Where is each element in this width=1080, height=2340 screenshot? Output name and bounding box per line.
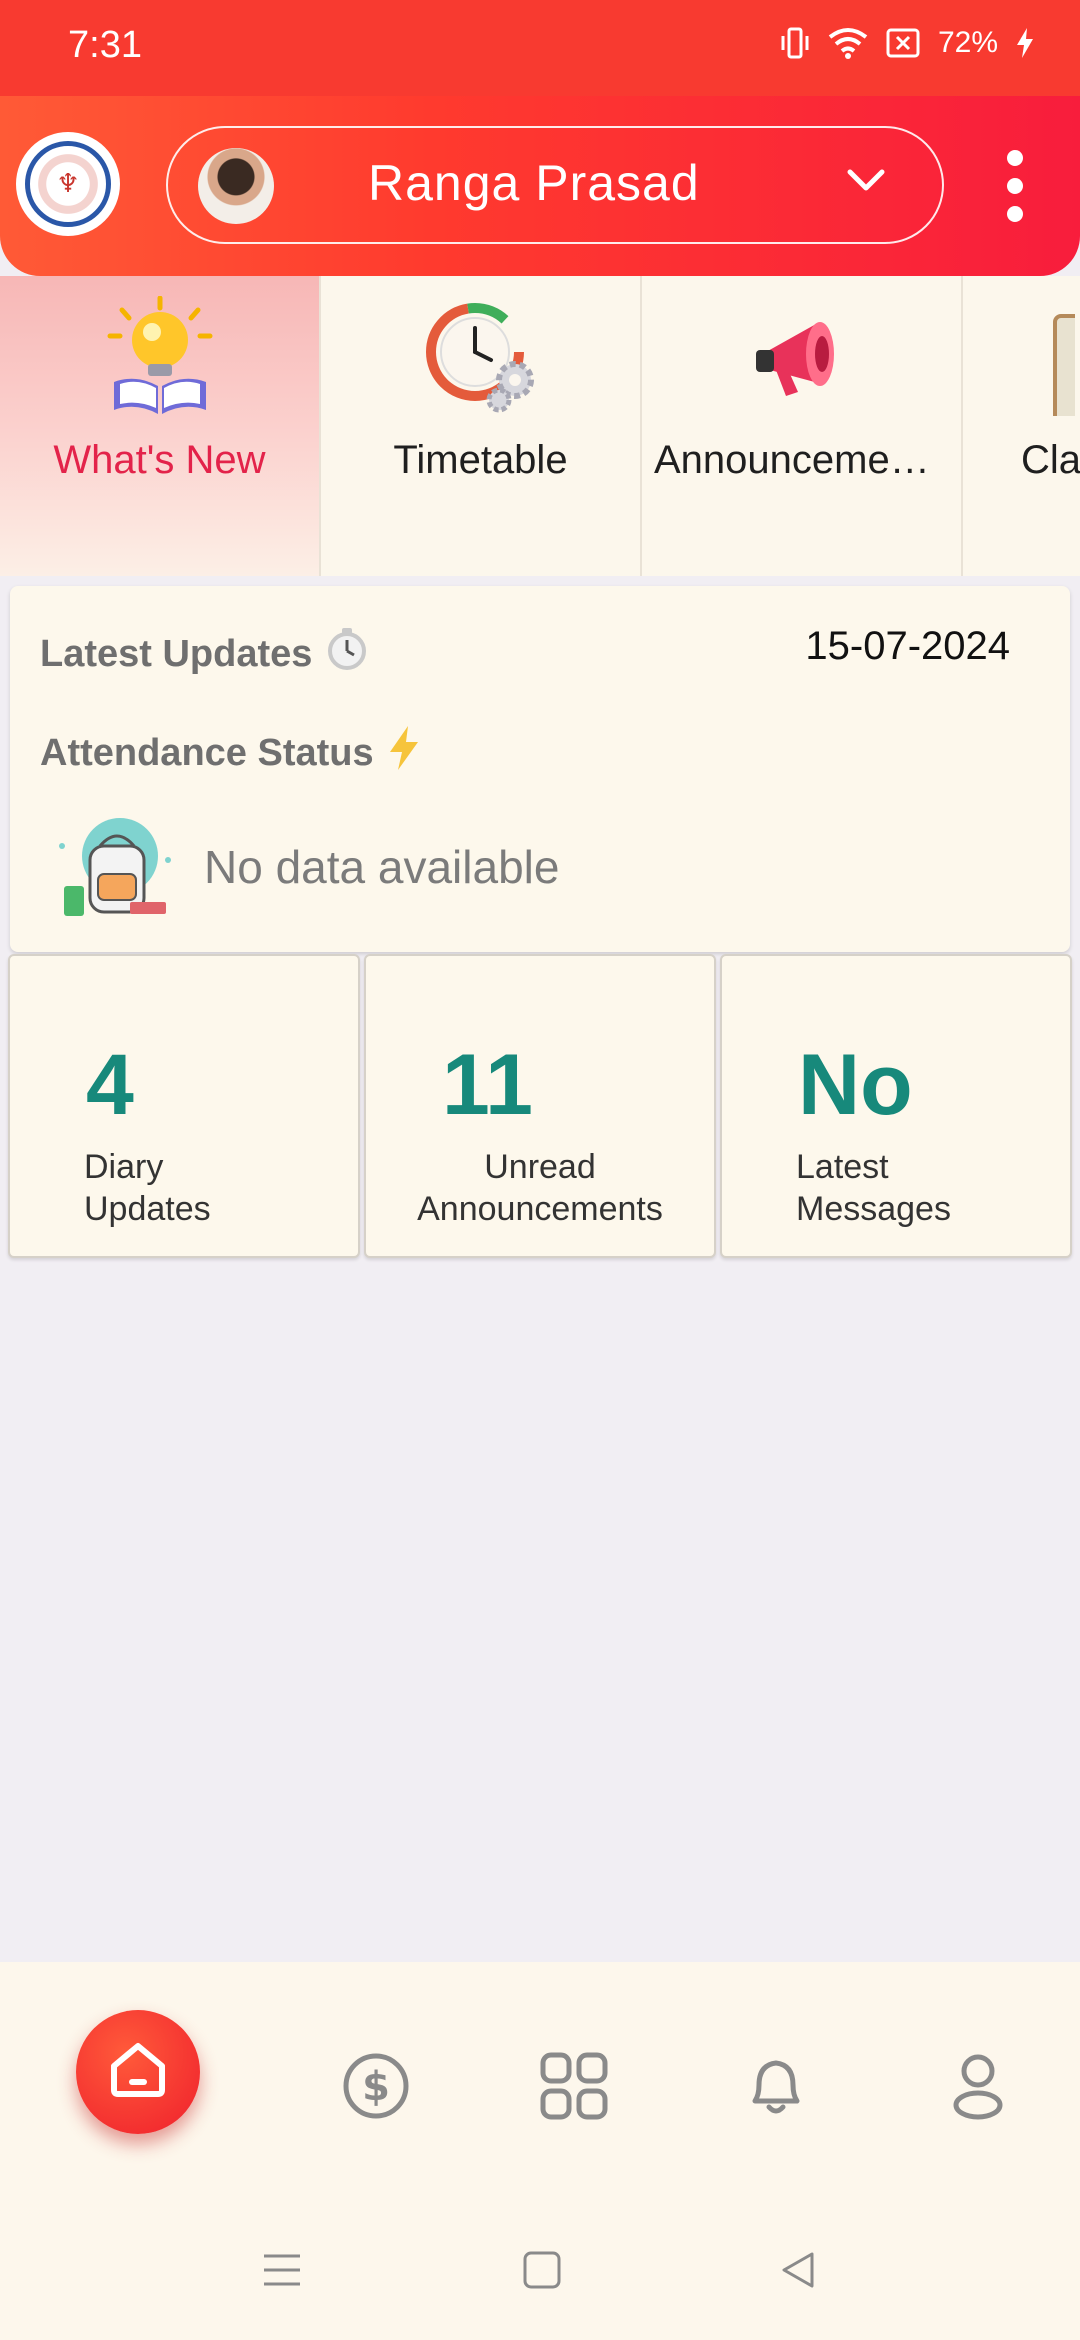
unread-announcements-card[interactable]: 11 Unread Announcements (364, 954, 716, 1258)
more-vert-icon[interactable] (1000, 150, 1030, 230)
bell-icon (741, 2051, 811, 2126)
grid-icon (539, 2051, 609, 2126)
school-logo-emblem: ♆ (25, 141, 111, 227)
stat-value: No (798, 1037, 913, 1133)
latest-messages-card[interactable]: No Latest Messages (720, 954, 1072, 1258)
diary-updates-card[interactable]: 4 Diary Updates (8, 954, 360, 1258)
tab-timetable[interactable]: Timetable (321, 276, 642, 576)
latest-updates-heading: Latest Updates (40, 626, 370, 682)
wifi-icon (828, 27, 868, 59)
latest-updates-label: Latest Updates (40, 632, 313, 675)
charging-icon (1016, 28, 1034, 58)
status-bar: 7:31 72% (0, 0, 1080, 96)
stat-value: 11 (442, 1037, 533, 1133)
empty-state-text: No data available (204, 841, 560, 893)
attendance-status-label: Attendance Status (40, 731, 374, 774)
home-icon (106, 2040, 170, 2105)
stats-row: 4 Diary Updates 11 Unread Announcements … (8, 954, 1072, 1258)
megaphone-icon (742, 296, 862, 416)
tab-label: Cla (1021, 438, 1080, 482)
no-sim-icon (886, 28, 920, 58)
nav-fees-button[interactable]: $ (338, 2050, 414, 2126)
tab-announcements[interactable]: Announcemen… (642, 276, 963, 576)
tab-whats-new[interactable]: What's New (0, 276, 321, 576)
status-time: 7:31 (68, 24, 142, 66)
dollar-icon: $ (341, 2051, 411, 2126)
avatar (198, 148, 274, 224)
home-square-icon[interactable] (522, 2250, 562, 2295)
status-icons: 72% (780, 26, 1034, 60)
battery-text: 72% (937, 26, 998, 59)
latest-updates-card: Latest Updates 15-07-2024 Attendance Sta… (10, 586, 1070, 952)
nav-home-button[interactable] (76, 2010, 200, 2134)
vibrate-icon (780, 26, 810, 60)
menu-icon[interactable] (262, 2250, 302, 2295)
tab-label: What's New (53, 438, 266, 482)
nav-apps-button[interactable] (536, 2050, 612, 2126)
feature-tabs: What's New Timetable Announcemen… Cla (0, 276, 1080, 576)
user-name: Ranga Prasad (368, 155, 700, 211)
stat-label: Unread Announcements (366, 1146, 714, 1230)
nav-profile-button[interactable] (940, 2050, 1016, 2126)
stat-label-line2: Announcements (417, 1190, 663, 1228)
tab-label: Announcemen… (654, 438, 952, 482)
profile-icon (943, 2051, 1013, 2126)
stat-value: 4 (86, 1037, 134, 1133)
attendance-status-heading: Attendance Status (40, 726, 420, 780)
stat-label-line2: Updates (84, 1190, 211, 1228)
bulb-book-icon (100, 295, 220, 416)
tab-label: Timetable (393, 438, 568, 482)
stat-label: Latest Messages (796, 1146, 951, 1230)
nav-notifications-button[interactable] (738, 2050, 814, 2126)
chevron-down-icon (846, 168, 886, 199)
back-icon[interactable] (778, 2250, 818, 2295)
empty-state-illustration (50, 816, 180, 926)
school-logo[interactable]: ♆ (16, 132, 120, 236)
clock-gear-icon (421, 296, 541, 416)
stat-label-line1: Unread (484, 1148, 596, 1186)
user-switcher[interactable]: Ranga Prasad (166, 126, 944, 244)
tab-classes[interactable]: Cla (963, 276, 1080, 576)
svg-text:$: $ (362, 2064, 390, 2110)
lightning-icon (388, 726, 420, 780)
stat-label-line2: Messages (796, 1190, 951, 1228)
stat-label: Diary Updates (84, 1146, 211, 1230)
stat-label-line1: Latest (796, 1148, 889, 1186)
book-icon (985, 296, 1080, 428)
stat-label-line1: Diary (84, 1148, 164, 1186)
alarm-clock-icon (324, 626, 370, 682)
update-date: 15-07-2024 (805, 624, 1010, 668)
